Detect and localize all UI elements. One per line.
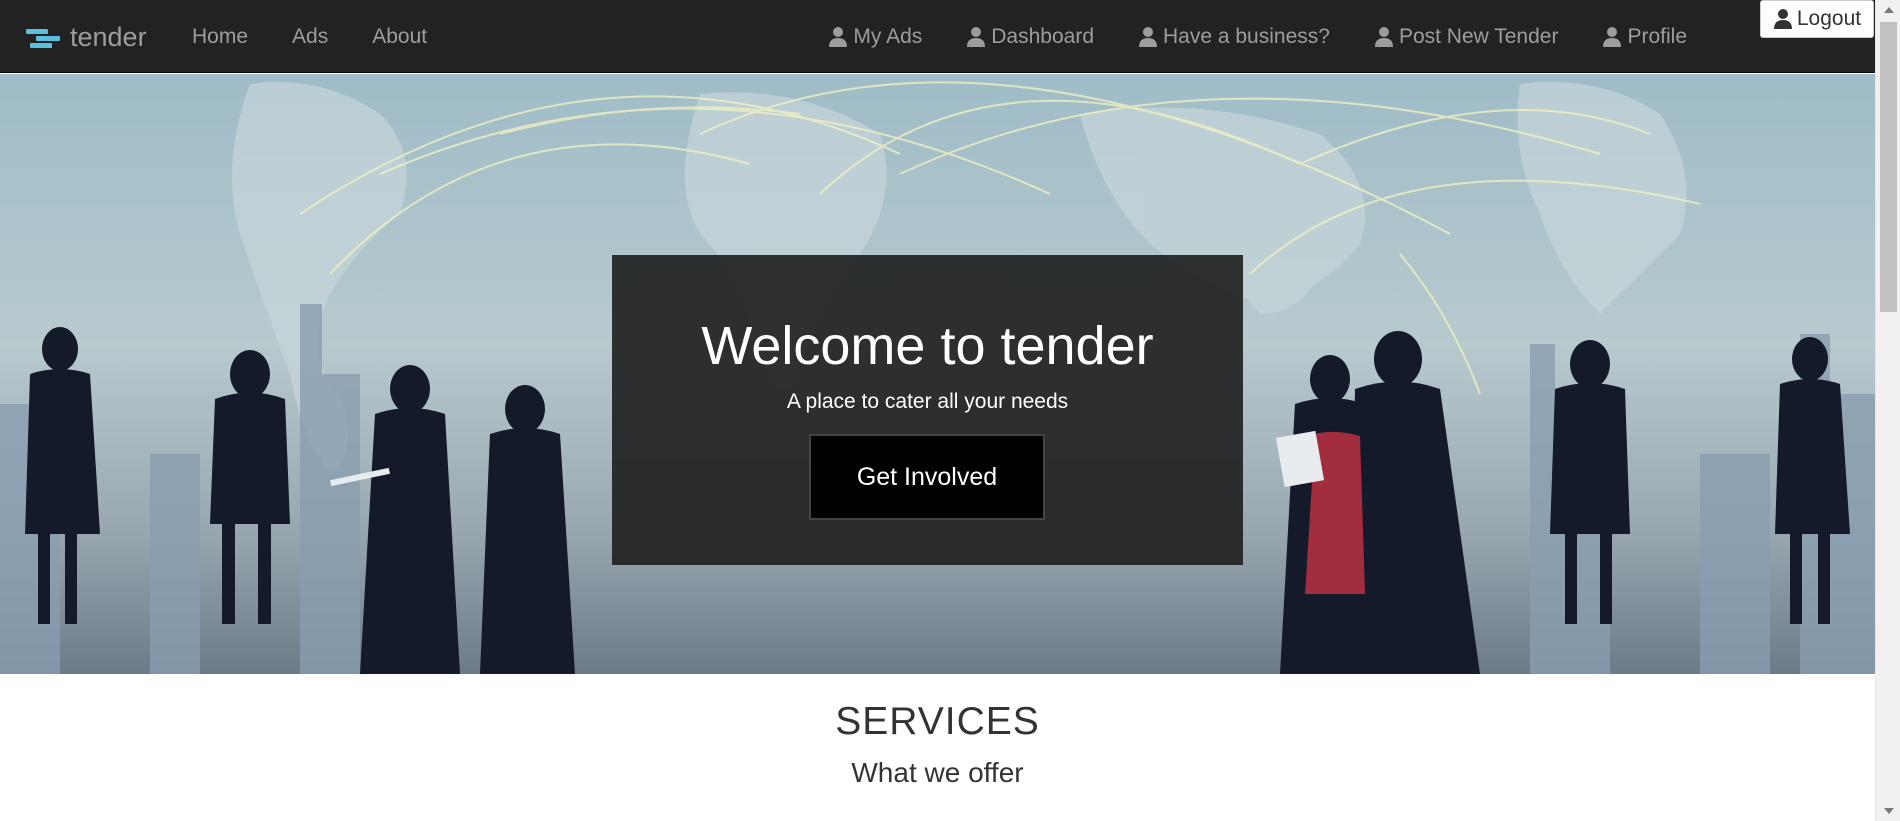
nav-home-link[interactable]: Home bbox=[170, 0, 270, 73]
nav-dashboard-label: Dashboard bbox=[991, 25, 1094, 48]
scroll-up-arrow-icon[interactable] bbox=[1876, 0, 1900, 20]
user-icon bbox=[1773, 8, 1793, 30]
nav-dashboard-link[interactable]: Dashboard bbox=[944, 0, 1116, 73]
user-icon bbox=[966, 26, 986, 48]
brand-name: tender bbox=[70, 21, 147, 52]
services-subheading: What we offer bbox=[851, 757, 1024, 788]
hero-section: Welcome to tender A place to cater all y… bbox=[0, 74, 1875, 674]
nav-right-menu: My Ads Dashboard Have a business? Post N… bbox=[806, 0, 1709, 73]
page-scrollbar[interactable] bbox=[1875, 0, 1900, 821]
scrollbar-thumb[interactable] bbox=[1880, 22, 1897, 312]
nav-my-ads-link[interactable]: My Ads bbox=[806, 0, 944, 73]
nav-profile-link[interactable]: Profile bbox=[1580, 0, 1709, 73]
nav-left-menu: Home Ads About bbox=[170, 0, 449, 73]
services-heading: SERVICES bbox=[835, 700, 1040, 743]
nav-have-business-label: Have a business? bbox=[1163, 25, 1330, 48]
brand-link[interactable]: tender bbox=[26, 18, 147, 56]
nav-have-business-link[interactable]: Have a business? bbox=[1116, 0, 1352, 73]
logout-button[interactable]: Logout bbox=[1760, 0, 1874, 38]
user-icon bbox=[1602, 26, 1622, 48]
nav-post-tender-link[interactable]: Post New Tender bbox=[1352, 0, 1581, 73]
brand-logo-icon bbox=[26, 25, 62, 49]
get-involved-button[interactable]: Get Involved bbox=[809, 434, 1045, 520]
nav-post-tender-label: Post New Tender bbox=[1398, 25, 1559, 48]
nav-profile-label: Profile bbox=[1627, 25, 1687, 48]
scroll-down-arrow-icon[interactable] bbox=[1876, 801, 1900, 821]
user-icon bbox=[1138, 26, 1158, 48]
nav-ads-link[interactable]: Ads bbox=[270, 0, 350, 73]
user-icon bbox=[828, 26, 848, 48]
top-navbar: tender Home Ads About My Ads Dashboard H… bbox=[0, 0, 1875, 73]
hero-welcome-panel: Welcome to tender A place to cater all y… bbox=[612, 255, 1243, 565]
nav-my-ads-label: My Ads bbox=[853, 25, 923, 48]
nav-about-link[interactable]: About bbox=[350, 0, 449, 73]
logout-label: Logout bbox=[1796, 7, 1862, 30]
hero-subtitle: A place to cater all your needs bbox=[786, 390, 1069, 413]
hero-title: Welcome to tender bbox=[701, 316, 1154, 376]
user-icon bbox=[1374, 26, 1394, 48]
